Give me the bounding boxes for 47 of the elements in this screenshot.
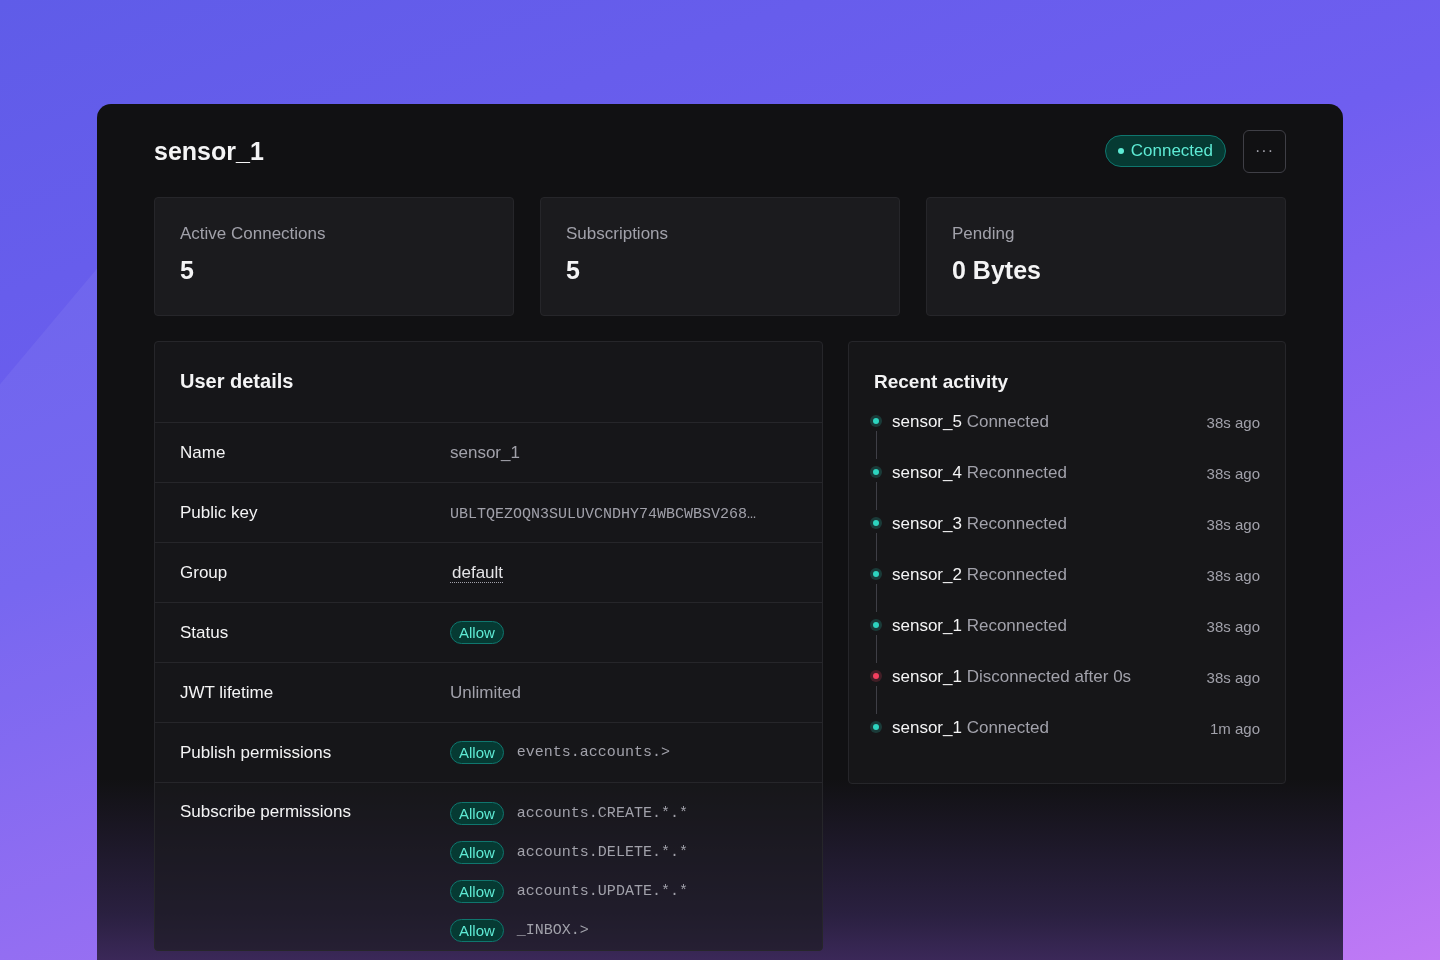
stat-value: 0 Bytes [952,256,1042,285]
detail-label: Subscribe permissions [179,802,352,822]
activity-text: sensor_4 Reconnected [892,463,1068,483]
client-title: sensor_1 [154,136,264,166]
permission-subject: accounts.DELETE.*.* [516,844,688,861]
detail-label: JWT lifetime [179,682,275,703]
activity-text: sensor_3 Reconnected [892,514,1068,534]
permission-subject: accounts.CREATE.*.* [516,805,688,822]
stat-value: 5 [180,256,195,285]
allow-badge: Allow [450,841,504,864]
allow-badge: Allow [450,741,504,764]
panel-title: User details [179,369,295,394]
allow-badge: Allow [450,919,504,942]
activity-time: 38s ago [1206,566,1260,584]
permission-subject: accounts.UPDATE.*.* [516,883,688,900]
activity-time: 38s ago [1206,515,1260,533]
detail-label: Status [179,622,230,643]
group-link[interactable]: default [450,562,504,583]
detail-label: Group [179,562,229,583]
more-button[interactable]: ··· [1243,129,1286,173]
activity-text: sensor_1 Reconnected [892,616,1068,636]
allow-badge: Allow [450,880,504,903]
permission-subject: events.accounts.> [516,744,670,761]
activity-time: 38s ago [1206,668,1260,686]
stat-label: Pending [952,224,1016,244]
allow-badge: Allow [450,802,504,825]
stat-value: 5 [566,256,581,285]
activity-text: sensor_5 Connected [892,412,1050,432]
panel-title: Recent activity [873,370,1010,393]
status-badge: Connected [1104,135,1226,167]
detail-value: UBLTQEZOQN3SULUVCNDHY74WBCWBSV268… [450,505,757,523]
detail-label: Name [179,442,227,463]
activity-time: 38s ago [1206,617,1260,635]
detail-value: Unlimited [450,682,521,702]
activity-text: sensor_2 Reconnected [892,565,1068,585]
activity-time: 38s ago [1206,413,1260,431]
activity-time: 1m ago [1209,719,1260,737]
activity-text: sensor_1 Connected [892,718,1050,738]
stat-label: Subscriptions [566,224,670,244]
activity-time: 38s ago [1206,464,1260,482]
allow-badge: Allow [450,621,504,644]
permission-subject: _INBOX.> [516,922,589,939]
detail-value: sensor_1 [450,442,520,462]
activity-text: sensor_1 Disconnected after 0s [892,667,1133,687]
detail-label: Publish permissions [179,742,333,763]
stat-label: Active Connections [180,224,327,244]
detail-label: Public key [179,502,259,523]
